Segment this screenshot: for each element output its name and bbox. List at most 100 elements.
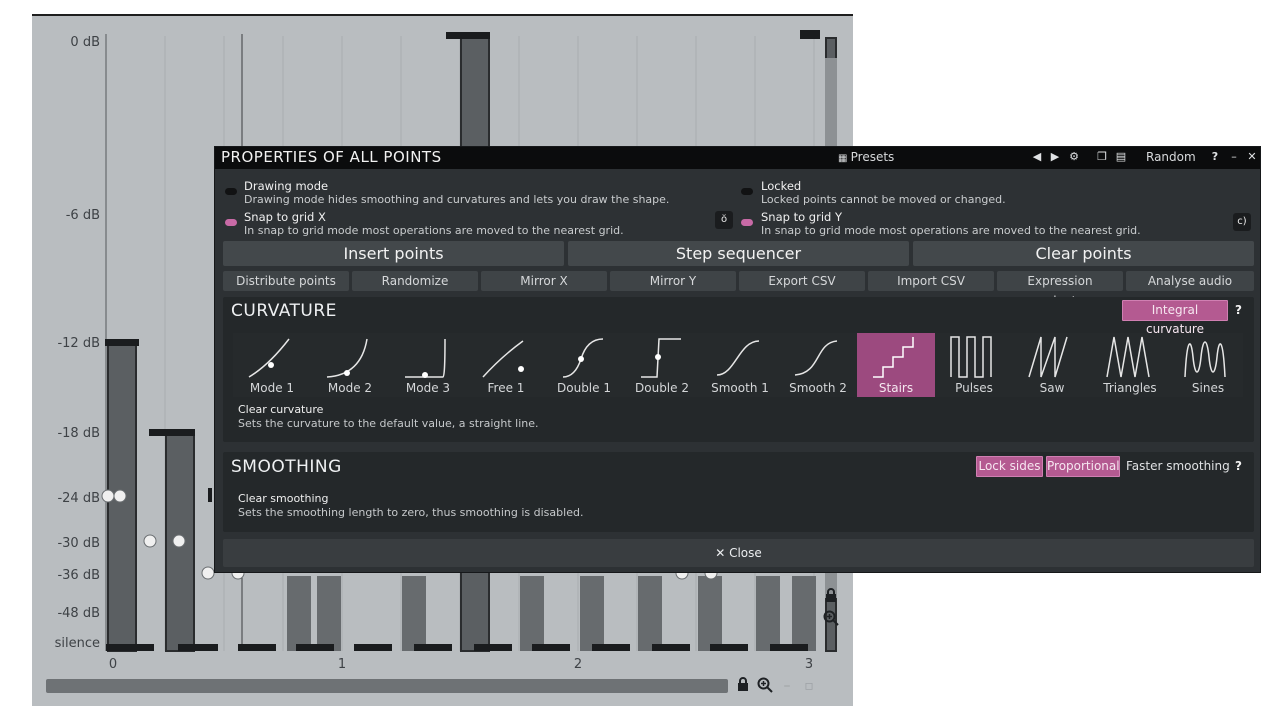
snap-x-toggle[interactable]	[225, 219, 237, 226]
export-csv-button[interactable]: Export CSV	[739, 271, 865, 291]
horizontal-scrollbar[interactable]	[46, 679, 728, 693]
proportional-button[interactable]: Proportional	[1046, 456, 1120, 477]
drawing-mode-toggle[interactable]	[225, 188, 237, 195]
import-csv-button[interactable]: Import CSV	[868, 271, 994, 291]
minus-icon[interactable]: –	[778, 677, 796, 695]
curvature-help-button[interactable]: ?	[1235, 303, 1242, 317]
snap-y-desc: In snap to grid mode most operations are…	[761, 224, 1141, 237]
locked-toggle[interactable]	[741, 188, 753, 195]
stairs-button[interactable]: Stairs	[857, 333, 935, 397]
smoothing-section: SMOOTHING Lock sides Proportional Faster…	[223, 452, 1254, 532]
double-1-button[interactable]: Double 1	[545, 333, 623, 397]
double-2-icon	[641, 338, 681, 378]
close-window-icon[interactable]: ✕	[1245, 150, 1259, 163]
free-1-button[interactable]: Free 1	[467, 333, 545, 397]
vertical-lock-icon[interactable]	[822, 588, 840, 606]
y-label-24db: -24 dB	[57, 491, 100, 506]
saw-button[interactable]: Saw	[1013, 333, 1091, 397]
stairs-icon	[873, 337, 914, 378]
random-button[interactable]: Random	[1146, 150, 1196, 164]
mode-3-button[interactable]: Mode 3	[389, 333, 467, 397]
double-2-button[interactable]: Double 2	[623, 333, 701, 397]
y-label-12db: -12 dB	[57, 336, 100, 351]
snap-y-settings-button[interactable]: c)	[1233, 213, 1251, 231]
snap-y-name: Snap to grid Y	[761, 210, 842, 224]
lock-sides-button[interactable]: Lock sides	[976, 456, 1043, 477]
snap-x-settings-button[interactable]: ŏ	[715, 211, 733, 229]
fit-icon[interactable]: ▫	[800, 677, 818, 695]
mirror-x-button[interactable]: Mirror X	[481, 271, 607, 291]
snap-y-toggle[interactable]	[741, 219, 753, 226]
faster-smoothing-button[interactable]: Faster smoothing	[1126, 456, 1230, 477]
mode-3-label: Mode 3	[405, 381, 451, 395]
integral-curvature-button[interactable]: Integral curvature	[1122, 300, 1228, 336]
distribute-points-button[interactable]: Distribute points	[223, 271, 349, 291]
snap-y-option: Snap to grid Y In snap to grid mode most…	[761, 210, 1141, 238]
drawing-mode-option: Drawing mode Drawing mode hides smoothin…	[244, 179, 669, 207]
expression-evaluator-button[interactable]: Expression evaluator	[997, 271, 1123, 308]
triangles-label: Triangles	[1103, 381, 1157, 395]
clear-points-button[interactable]: Clear points	[913, 241, 1254, 266]
smooth-2-button[interactable]: Smooth 2	[779, 333, 857, 397]
smooth-1-button[interactable]: Smooth 1	[701, 333, 779, 397]
y-label-18db: -18 dB	[57, 426, 100, 441]
curvature-title: CURVATURE	[231, 301, 337, 321]
smooth-1-icon	[716, 340, 760, 376]
presets-button[interactable]: ▦ Presets	[838, 150, 894, 164]
clear-smoothing-button[interactable]: Clear smoothing Sets the smoothing lengt…	[238, 492, 583, 520]
smoothing-help-button[interactable]: ?	[1235, 459, 1242, 473]
zoom-icon[interactable]	[756, 677, 774, 695]
step-sequencer-button[interactable]: Step sequencer	[568, 241, 909, 266]
snap-x-desc: In snap to grid mode most operations are…	[244, 224, 624, 237]
sines-icon	[1184, 341, 1226, 378]
close-button[interactable]: ✕ Close	[223, 539, 1254, 567]
vertical-zoom-icon[interactable]	[822, 610, 840, 628]
drawing-mode-name: Drawing mode	[244, 179, 329, 193]
mode-2-button[interactable]: Mode 2	[311, 333, 389, 397]
mode-1-icon	[248, 338, 290, 378]
screenshot: 0 dB -6 dB -12 dB -18 dB -24 dB -30 dB -…	[0, 0, 1280, 720]
panel-titlebar: PROPERTIES OF ALL POINTS ▦ Presets ◀ ▶ ⚙…	[215, 147, 1260, 169]
drawing-mode-desc: Drawing mode hides smoothing and curvatu…	[244, 193, 670, 206]
minimize-button[interactable]: –	[1227, 150, 1241, 163]
copy-icon[interactable]: ❐	[1095, 150, 1109, 163]
pulses-button[interactable]: Pulses	[935, 333, 1013, 397]
curvature-modes: Mode 1 Mode 2 Mode 3 Free 1 Double 1 Dou…	[233, 333, 1243, 397]
smoothing-title: SMOOTHING	[231, 457, 342, 477]
y-label-36db: -36 dB	[57, 568, 100, 583]
lock-icon[interactable]	[734, 677, 752, 695]
help-button[interactable]: ?	[1208, 150, 1222, 163]
double-2-label: Double 2	[635, 381, 689, 395]
mirror-y-button[interactable]: Mirror Y	[610, 271, 736, 291]
triangles-icon	[1106, 336, 1150, 378]
previous-preset-arrow-icon[interactable]: ◀	[1030, 150, 1044, 163]
pulses-label: Pulses	[955, 381, 993, 395]
stairs-label: Stairs	[878, 381, 914, 395]
insert-points-button[interactable]: Insert points	[223, 241, 564, 266]
snap-x-option: Snap to grid X In snap to grid mode most…	[244, 210, 624, 238]
randomize-button[interactable]: Randomize	[352, 271, 478, 291]
locked-desc: Locked points cannot be moved or changed…	[761, 193, 1006, 206]
paste-icon[interactable]: ▤	[1114, 150, 1128, 163]
snap-x-name: Snap to grid X	[244, 210, 326, 224]
x-label-0: 0	[109, 657, 117, 672]
analyse-audio-button[interactable]: Analyse audio	[1126, 271, 1254, 291]
y-label-48db: -48 dB	[57, 606, 100, 621]
y-label-silence: silence	[55, 636, 100, 651]
settings-gear-icon[interactable]: ⚙	[1067, 150, 1081, 163]
y-label-30db: -30 dB	[57, 536, 100, 551]
clear-curvature-button[interactable]: Clear curvature Sets the curvature to th…	[238, 403, 539, 431]
next-preset-arrow-icon[interactable]: ▶	[1048, 150, 1062, 163]
mode-1-button[interactable]: Mode 1	[233, 333, 311, 397]
y-label-0db: 0 dB	[70, 35, 100, 50]
clear-curvature-desc: Sets the curvature to the default value,…	[238, 417, 539, 430]
free-1-icon	[482, 340, 524, 378]
mode-1-label: Mode 1	[249, 381, 295, 395]
sines-label: Sines	[1191, 381, 1225, 395]
double-1-label: Double 1	[557, 381, 611, 395]
sines-button[interactable]: Sines	[1169, 333, 1247, 397]
saw-icon	[1028, 336, 1068, 378]
triangles-button[interactable]: Triangles	[1091, 333, 1169, 397]
locked-option: Locked Locked points cannot be moved or …	[761, 179, 1006, 207]
smooth-2-label: Smooth 2	[789, 381, 847, 395]
